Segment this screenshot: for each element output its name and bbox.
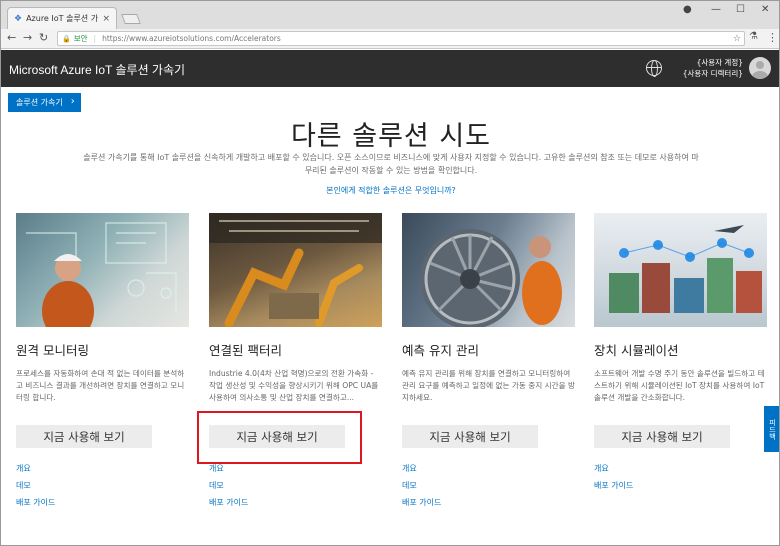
tab-title: Azure IoT 솔루션 가속화	[26, 14, 99, 23]
extension-icon[interactable]: ⚗	[749, 31, 758, 42]
card-description: 프로세스를 자동화하여 손대 적 없는 데이터를 분석하고 비즈니스 결과를 개…	[16, 369, 185, 402]
demo-link[interactable]: 데모	[209, 477, 248, 494]
card-description: 소프트웨어 개발 수명 주기 동안 솔루션을 빌드하고 테스트하기 위해 시뮬레…	[594, 369, 765, 402]
url-text: https://www.azureiotsolutions.com/Accele…	[102, 34, 281, 43]
overview-link[interactable]: 개요	[594, 460, 633, 477]
close-tab-icon[interactable]: ×	[102, 14, 110, 24]
url-input[interactable]: 🔒 보안 | https://www.azureiotsolutions.com…	[57, 31, 745, 46]
device-simulation-illustration	[609, 225, 762, 313]
reload-icon[interactable]: ↻	[39, 31, 48, 44]
deployment-guide-link[interactable]: 배포 가이드	[209, 494, 248, 511]
separator: |	[93, 34, 97, 43]
remote-monitoring-illustration	[26, 222, 177, 327]
new-tab-button[interactable]	[121, 14, 141, 24]
breadcrumb-solution-accelerators[interactable]: 솔루션 가속기 ›	[8, 93, 81, 112]
app-title[interactable]: Microsoft Azure IoT 솔루션 가속기	[9, 61, 185, 78]
profile-icon[interactable]: ●	[683, 4, 692, 15]
predictive-maintenance-illustration	[420, 229, 562, 327]
deployment-guide-link[interactable]: 배포 가이드	[594, 477, 633, 494]
card-links: 개요 배포 가이드	[594, 460, 633, 494]
browser-tab[interactable]: ❖ Azure IoT 솔루션 가속화 ×	[7, 7, 117, 29]
browser-titlebar: ❖ Azure IoT 솔루션 가속화 × ● — ☐ ✕	[1, 1, 779, 29]
try-now-button[interactable]: 지금 사용해 보기	[402, 425, 538, 448]
demo-link[interactable]: 데모	[402, 477, 441, 494]
back-icon[interactable]: ←	[7, 31, 16, 44]
card-links: 개요 데모 배포 가이드	[16, 460, 55, 511]
card-title: 연결된 팩터리	[209, 343, 282, 358]
card-title: 예측 유지 관리	[402, 343, 479, 358]
chevron-right-icon: ›	[70, 96, 75, 107]
connected-factory-image	[209, 213, 382, 327]
card-device-simulation: 장치 시뮬레이션 소프트웨어 개발 수명 주기 동안 솔루션을 빌드하고 테스트…	[594, 213, 767, 490]
deployment-guide-link[interactable]: 배포 가이드	[16, 494, 55, 511]
card-predictive-maintenance: 예측 유지 관리 예측 유지 관리를 위해 장치를 연결하고 모니터링하여 관리…	[402, 213, 575, 507]
minimize-icon[interactable]: —	[711, 4, 721, 15]
device-simulation-image	[594, 213, 767, 327]
security-label: 보안	[73, 34, 88, 43]
connected-factory-illustration	[209, 213, 382, 327]
account-info[interactable]: {사용자 계정} {사용자 디렉터리}	[673, 57, 743, 79]
avatar[interactable]	[749, 57, 771, 79]
card-links: 개요 데모 배포 가이드	[209, 460, 248, 511]
lock-icon: 🔒	[62, 34, 71, 43]
azure-iot-favicon-icon: ❖	[14, 13, 23, 24]
globe-language-icon[interactable]	[646, 60, 662, 77]
close-window-icon[interactable]: ✕	[761, 4, 769, 15]
card-links: 개요 데모 배포 가이드	[402, 460, 441, 511]
try-now-button[interactable]: 지금 사용해 보기	[594, 425, 730, 448]
account-name: {사용자 계정}	[696, 58, 743, 67]
remote-monitoring-image	[16, 213, 189, 327]
try-now-button[interactable]: 지금 사용해 보기	[16, 425, 152, 448]
overview-link[interactable]: 개요	[402, 460, 441, 477]
forward-icon[interactable]: →	[23, 31, 32, 44]
page-title: 다른 솔루션 시도	[290, 121, 492, 152]
feedback-button[interactable]: 피드백	[764, 406, 779, 452]
demo-link[interactable]: 데모	[16, 477, 55, 494]
card-remote-monitoring: 원격 모니터링 프로세스를 자동화하여 손대 적 없는 데이터를 분석하고 비즈…	[16, 213, 189, 507]
app-header: Microsoft Azure IoT 솔루션 가속기 {사용자 계정} {사용…	[1, 50, 779, 87]
which-solution-link[interactable]: 본인에게 적합한 솔루션은 무엇입니까?	[1, 185, 779, 196]
highlight-box	[197, 411, 362, 464]
page-subtitle: 솔루션 가속기를 통해 IoT 솔루션을 신속하게 개발하고 배포할 수 있습니…	[83, 153, 699, 175]
deployment-guide-link[interactable]: 배포 가이드	[402, 494, 441, 511]
card-title: 장치 시뮬레이션	[594, 343, 679, 358]
account-directory: {사용자 디렉터리}	[682, 69, 743, 78]
address-bar-row: ← → ↻ 🔒 보안 | https://www.azureiotsolutio…	[1, 29, 779, 49]
breadcrumb-label: 솔루션 가속기	[16, 98, 63, 107]
card-connected-factory: 연결된 팩터리 Industrie 4.0(4차 산업 혁명)으로의 전환 가속…	[209, 213, 382, 507]
maximize-icon[interactable]: ☐	[736, 4, 745, 15]
bookmark-star-icon[interactable]: ☆	[733, 34, 741, 44]
predictive-maintenance-image	[402, 213, 575, 327]
overview-link[interactable]: 개요	[16, 460, 55, 477]
browser-window: ❖ Azure IoT 솔루션 가속화 × ● — ☐ ✕ ← → ↻ 🔒 보안…	[0, 0, 780, 546]
card-description: 예측 유지 관리를 위해 장치를 연결하고 모니터링하여 관리 요구를 예측하고…	[402, 369, 575, 402]
menu-icon[interactable]: ⋮	[767, 31, 778, 44]
card-title: 원격 모니터링	[16, 343, 89, 358]
